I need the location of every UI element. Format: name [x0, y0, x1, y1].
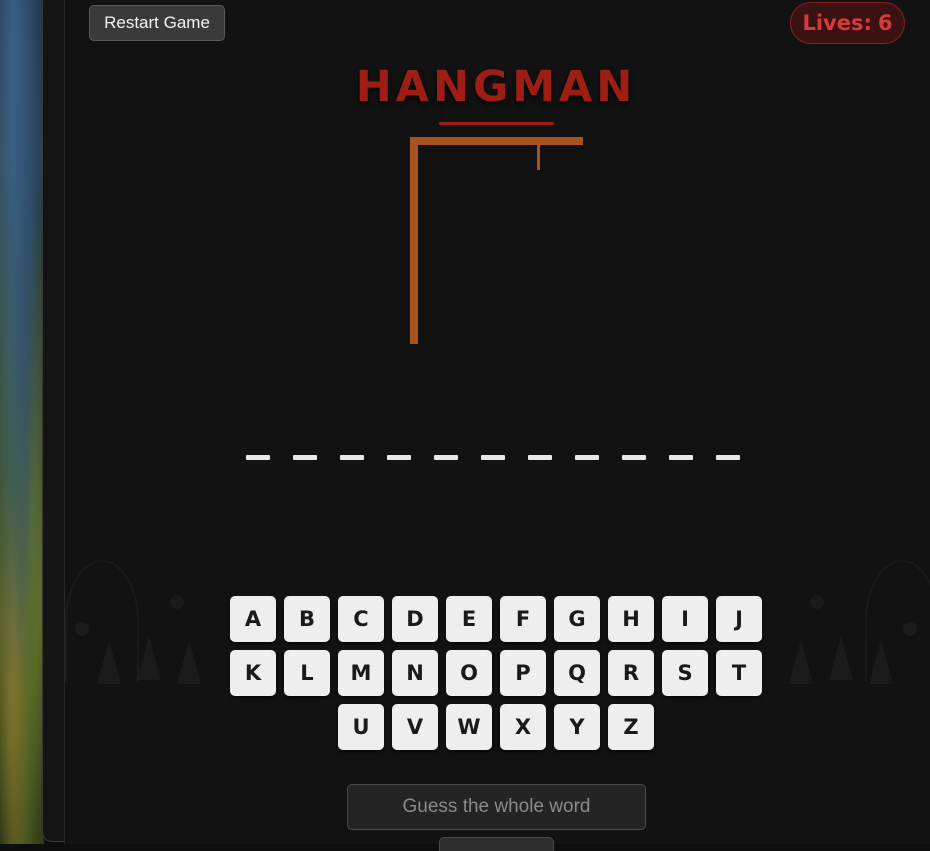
key-d[interactable]: D	[392, 596, 438, 642]
page-title: HANGMAN	[355, 62, 637, 112]
key-a[interactable]: A	[230, 596, 276, 642]
key-k[interactable]: K	[230, 650, 276, 696]
key-v[interactable]: V	[392, 704, 438, 750]
game-area	[65, 0, 930, 844]
key-u[interactable]: U	[338, 704, 384, 750]
key-l[interactable]: L	[284, 650, 330, 696]
background-tree	[97, 640, 121, 684]
key-z[interactable]: Z	[608, 704, 654, 750]
lives-badge: Lives: 6	[790, 2, 905, 44]
key-g[interactable]: G	[554, 596, 600, 642]
submit-guess-button[interactable]	[439, 837, 554, 851]
key-o[interactable]: O	[446, 650, 492, 696]
background-tree	[829, 636, 853, 680]
key-n[interactable]: N	[392, 650, 438, 696]
key-p[interactable]: P	[500, 650, 546, 696]
key-m[interactable]: M	[338, 650, 384, 696]
lives-value: 6	[877, 11, 893, 35]
word-slots	[236, 455, 756, 467]
letter-slot	[387, 455, 411, 460]
key-i[interactable]: I	[662, 596, 708, 642]
gallows-beam	[410, 137, 583, 145]
key-q[interactable]: Q	[554, 650, 600, 696]
letter-slot	[528, 455, 552, 460]
letter-slot	[716, 455, 740, 460]
letter-slot	[481, 455, 505, 460]
key-e[interactable]: E	[446, 596, 492, 642]
key-w[interactable]: W	[446, 704, 492, 750]
background-tree	[789, 640, 813, 684]
letter-slot	[340, 455, 364, 460]
background-dot	[170, 595, 184, 609]
background-tree	[137, 636, 161, 680]
background-dot	[903, 622, 917, 636]
lives-label: Lives:	[802, 11, 872, 35]
gallows-rope	[537, 145, 540, 170]
letter-slot	[669, 455, 693, 460]
title-underline	[439, 122, 554, 125]
letter-slot	[575, 455, 599, 460]
background-tree	[177, 640, 201, 684]
gallows-pole	[410, 137, 418, 344]
letter-slot	[246, 455, 270, 460]
key-x[interactable]: X	[500, 704, 546, 750]
letter-slot	[622, 455, 646, 460]
key-t[interactable]: T	[716, 650, 762, 696]
restart-game-button[interactable]: Restart Game	[89, 5, 225, 41]
letter-slot	[434, 455, 458, 460]
key-h[interactable]: H	[608, 596, 654, 642]
key-s[interactable]: S	[662, 650, 708, 696]
background-dot	[75, 622, 89, 636]
guess-word-input[interactable]	[347, 784, 646, 830]
key-r[interactable]: R	[608, 650, 654, 696]
key-j[interactable]: J	[716, 596, 762, 642]
background-dot	[810, 595, 824, 609]
background-tree	[869, 640, 893, 684]
letter-slot	[293, 455, 317, 460]
key-y[interactable]: Y	[554, 704, 600, 750]
key-b[interactable]: B	[284, 596, 330, 642]
key-f[interactable]: F	[500, 596, 546, 642]
desktop-wallpaper	[0, 0, 44, 844]
key-c[interactable]: C	[338, 596, 384, 642]
